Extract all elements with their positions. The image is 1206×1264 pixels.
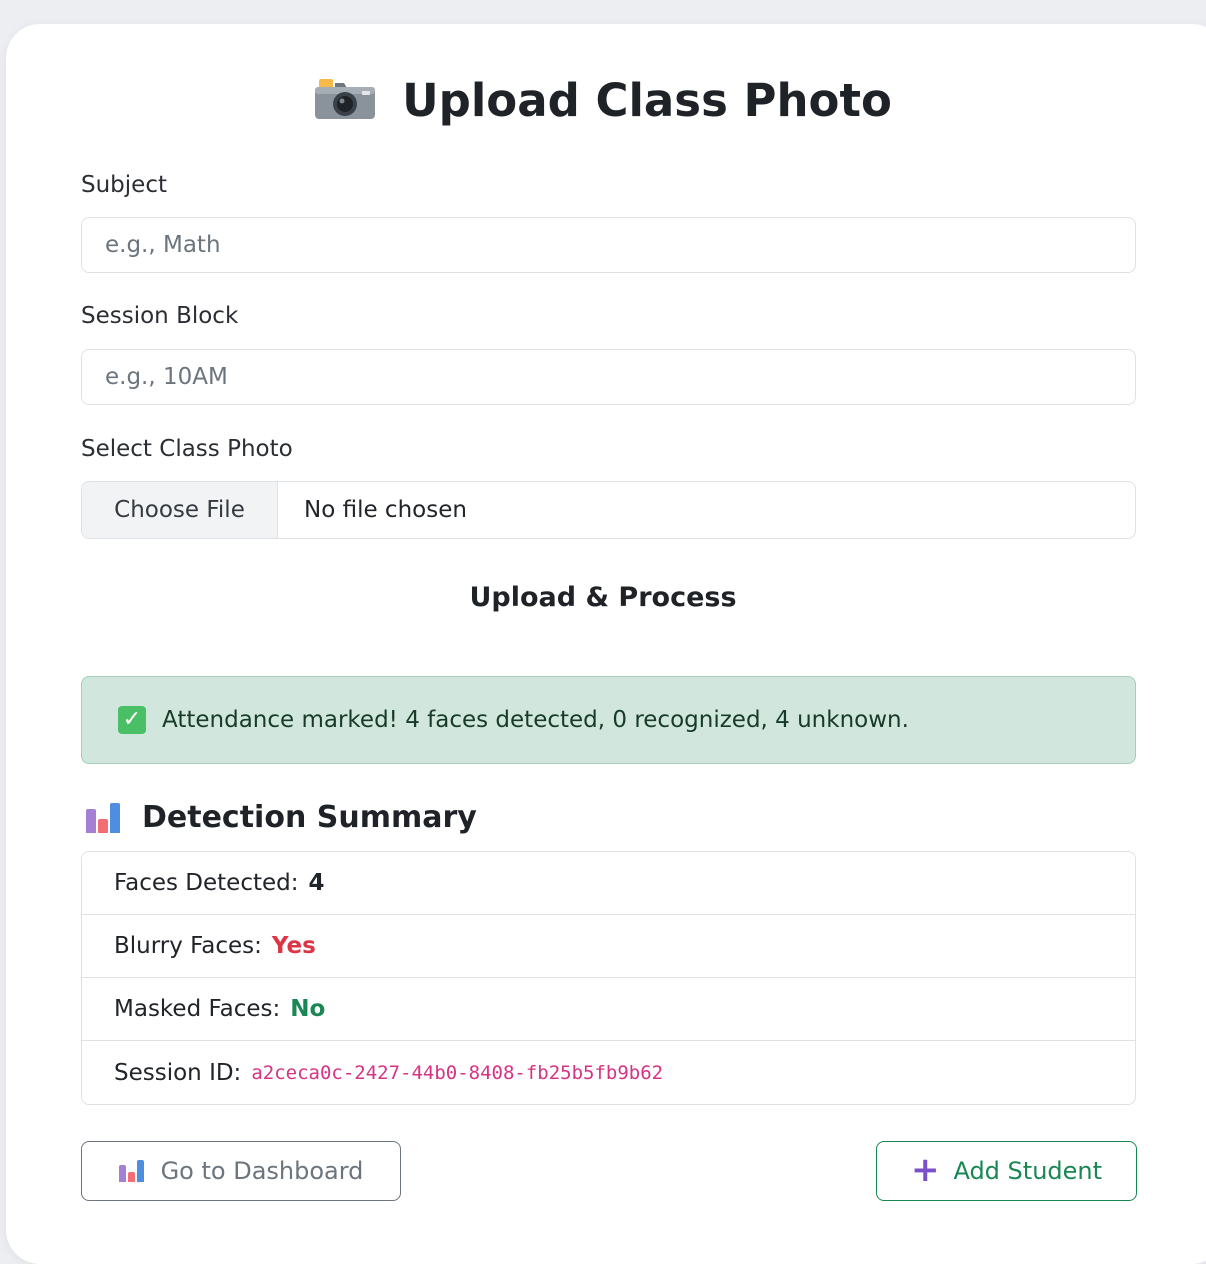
- session-block-label: Session Block: [81, 303, 239, 329]
- page-title: Upload Class Photo: [402, 74, 892, 127]
- page-header: Upload Class Photo: [0, 74, 1206, 127]
- list-item: Faces Detected: 4: [82, 852, 1135, 915]
- list-item: Session ID: a2ceca0c-2427-44b0-8408-fb25…: [82, 1041, 1135, 1104]
- summary-list: Faces Detected: 4 Blurry Faces: Yes Mask…: [81, 851, 1136, 1105]
- masked-faces-label: Masked Faces:: [114, 996, 281, 1022]
- blurry-faces-value: Yes: [271, 933, 316, 959]
- session-id-value: a2ceca0c-2427-44b0-8408-fb25b5fb9b62: [251, 1061, 664, 1084]
- blurry-faces-label: Blurry Faces:: [114, 933, 262, 959]
- session-id-label: Session ID:: [114, 1059, 242, 1086]
- alert-text: Attendance marked! 4 faces detected, 0 r…: [162, 707, 909, 733]
- subject-input[interactable]: [81, 217, 1136, 273]
- masked-faces-value: No: [290, 996, 326, 1022]
- plus-icon: +: [910, 1149, 940, 1190]
- list-item: Masked Faces: No: [82, 978, 1135, 1041]
- file-status: No file chosen: [304, 497, 467, 523]
- upload-process-button[interactable]: Upload & Process: [0, 582, 1206, 613]
- class-photo-file-input[interactable]: Choose File No file chosen: [81, 481, 1136, 539]
- summary-title: Detection Summary: [142, 800, 477, 835]
- go-to-dashboard-label: Go to Dashboard: [160, 1157, 364, 1185]
- list-item: Blurry Faces: Yes: [82, 915, 1135, 978]
- go-to-dashboard-button[interactable]: Go to Dashboard: [81, 1141, 401, 1201]
- bar-chart-icon: [86, 802, 122, 833]
- faces-detected-label: Faces Detected:: [114, 870, 299, 896]
- faces-detected-value: 4: [308, 870, 325, 896]
- camera-icon: [314, 77, 376, 125]
- session-block-input[interactable]: [81, 349, 1136, 405]
- summary-header: Detection Summary: [86, 800, 477, 835]
- class-photo-label: Select Class Photo: [81, 436, 293, 462]
- success-alert: ✓ Attendance marked! 4 faces detected, 0…: [81, 676, 1136, 764]
- subject-label: Subject: [81, 172, 167, 198]
- add-student-label: Add Student: [953, 1157, 1103, 1185]
- check-icon: ✓: [118, 706, 146, 734]
- add-student-button[interactable]: + Add Student: [876, 1141, 1137, 1201]
- bar-chart-icon: [118, 1160, 147, 1182]
- choose-file-button[interactable]: Choose File: [82, 482, 278, 538]
